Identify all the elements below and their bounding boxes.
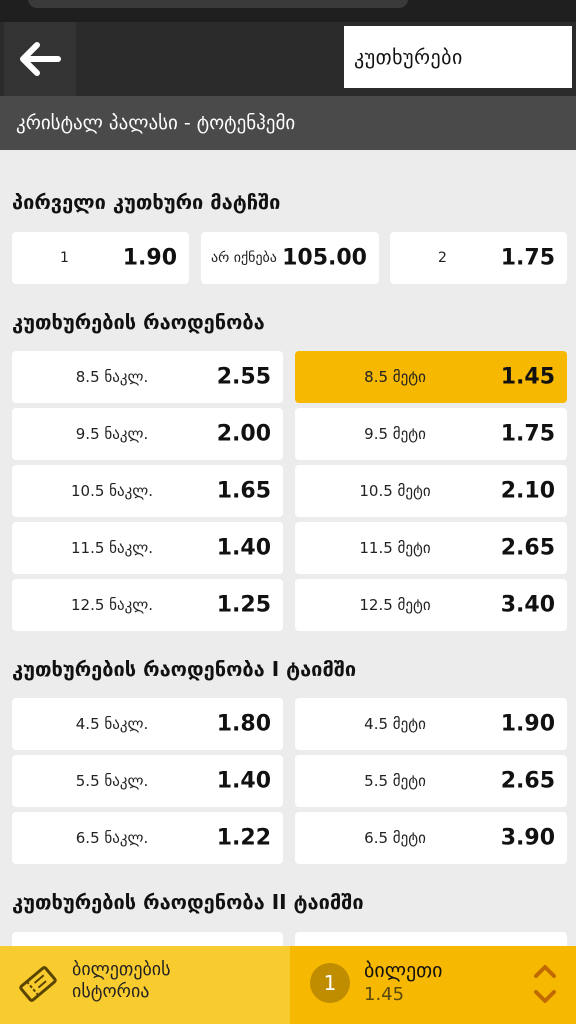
odd-value: 105.00 (282, 245, 367, 271)
odd-button-first-corner-none[interactable]: არ იქნება 105.00 (201, 232, 379, 284)
odd-label: 12.5 მეტი (359, 596, 431, 614)
odd-value: 1.22 (216, 825, 271, 851)
odd-label: 4.5 მეტი (364, 715, 426, 733)
odd-button-over-selected[interactable]: 8.5 მეტი 1.45 (295, 351, 567, 403)
ticket-history-button[interactable]: ბილეთების ისტორია (0, 946, 290, 1024)
odd-value: 3.40 (500, 592, 555, 618)
odd-label: 9.5 ნაკლ. (75, 425, 149, 443)
odd-button-over[interactable]: 11.5 მეტი 2.65 (295, 522, 567, 574)
odd-value: 2.10 (500, 478, 555, 504)
odd-button-under-partial[interactable] (12, 932, 283, 946)
section-title-first-half: კუთხურების რაოდენობა I ტაიმში (12, 657, 357, 681)
ticket-history-line2: ისტორია (72, 981, 150, 1002)
odd-label: 6.5 მეტი (364, 829, 426, 847)
odd-label: არ იქნება (211, 250, 277, 266)
odd-button-over[interactable]: 6.5 მეტი 3.90 (295, 812, 567, 864)
tab-corners[interactable]: კუთხურები (344, 26, 572, 88)
odd-value: 2.00 (216, 421, 271, 447)
back-button[interactable] (4, 22, 76, 96)
odd-value: 1.75 (500, 245, 555, 271)
betslip-button[interactable]: 1 ბილეთი 1.45 (290, 946, 576, 1024)
ticket-count-badge: 1 (310, 963, 350, 1003)
odd-label: 5.5 ნაკლ. (75, 772, 149, 790)
odd-button-over[interactable]: 5.5 მეტი 2.65 (295, 755, 567, 807)
betslip-footer: ბილეთების ისტორია 1 ბილეთი 1.45 (0, 946, 576, 1024)
odd-value: 2.65 (500, 768, 555, 794)
odd-label: 2 (438, 250, 447, 266)
section-title-second-half: კუთხურების რაოდენობა II ტაიმში (12, 890, 364, 914)
odd-value: 1.75 (500, 421, 555, 447)
odd-label: 10.5 მეტი (359, 482, 431, 500)
odd-label: 11.5 მეტი (359, 539, 431, 557)
odd-label: 11.5 ნაკლ. (70, 539, 153, 557)
odd-button-over[interactable]: 12.5 მეტი 3.40 (295, 579, 567, 631)
odd-value: 3.90 (500, 825, 555, 851)
ticket-icon (19, 966, 57, 1002)
odd-value: 1.25 (216, 592, 271, 618)
chevron-up-down-icon[interactable] (532, 962, 558, 1006)
odd-label: 5.5 მეტი (364, 772, 426, 790)
ticket-history-line1: ბილეთების (72, 959, 171, 980)
odd-button-under[interactable]: 5.5 ნაკლ. 1.40 (12, 755, 283, 807)
odd-value: 2.55 (216, 364, 271, 390)
odd-value: 2.65 (500, 535, 555, 561)
section-title-total-corners: კუთხურების რაოდენობა (12, 310, 265, 334)
odd-label: 1 (60, 250, 69, 266)
status-strip (0, 0, 576, 22)
app-header: კუთხურები (0, 22, 576, 96)
status-pill (28, 0, 408, 8)
odd-value: 1.90 (500, 711, 555, 737)
odd-label: 9.5 მეტი (364, 425, 426, 443)
odd-label: 8.5 მეტი (364, 368, 426, 386)
ticket-label: ბილეთი (364, 958, 443, 982)
odd-label: 10.5 ნაკლ. (70, 482, 153, 500)
odd-button-under[interactable]: 8.5 ნაკლ. 2.55 (12, 351, 283, 403)
odd-button-under[interactable]: 9.5 ნაკლ. 2.00 (12, 408, 283, 460)
odd-button-under[interactable]: 10.5 ნაკლ. 1.65 (12, 465, 283, 517)
odd-label: 8.5 ნაკლ. (75, 368, 149, 386)
odd-value: 1.80 (216, 711, 271, 737)
odd-label: 4.5 ნაკლ. (75, 715, 149, 733)
odd-button-under[interactable]: 4.5 ნაკლ. 1.80 (12, 698, 283, 750)
odd-button-first-corner-2[interactable]: 2 1.75 (390, 232, 567, 284)
arrow-left-icon (20, 42, 61, 76)
odd-value: 1.90 (122, 245, 177, 271)
section-title-first-corner: პირველი კუთხური მატჩში (12, 190, 281, 214)
odd-button-over-partial[interactable] (295, 932, 567, 946)
ticket-total-odds: 1.45 (364, 984, 405, 1005)
odd-value: 1.45 (500, 364, 555, 390)
odd-button-over[interactable]: 4.5 მეტი 1.90 (295, 698, 567, 750)
odd-button-under[interactable]: 6.5 ნაკლ. 1.22 (12, 812, 283, 864)
ticket-history-label: ბილეთების ისტორია (72, 959, 272, 1003)
markets-list[interactable]: პირველი კუთხური მატჩში 1 1.90 არ იქნება … (0, 150, 576, 946)
odd-value: 1.40 (216, 535, 271, 561)
odd-button-under[interactable]: 11.5 ნაკლ. 1.40 (12, 522, 283, 574)
odd-value: 1.65 (216, 478, 271, 504)
odd-label: 6.5 ნაკლ. (75, 829, 149, 847)
odd-button-under[interactable]: 12.5 ნაკლ. 1.25 (12, 579, 283, 631)
odd-value: 1.40 (216, 768, 271, 794)
odd-label: 12.5 ნაკლ. (70, 596, 153, 614)
odd-button-over[interactable]: 10.5 მეტი 2.10 (295, 465, 567, 517)
odd-button-over[interactable]: 9.5 მეტი 1.75 (295, 408, 567, 460)
match-title: კრისტალ პალასი - ტოტენჰემი (0, 96, 576, 150)
odd-button-first-corner-1[interactable]: 1 1.90 (12, 232, 189, 284)
